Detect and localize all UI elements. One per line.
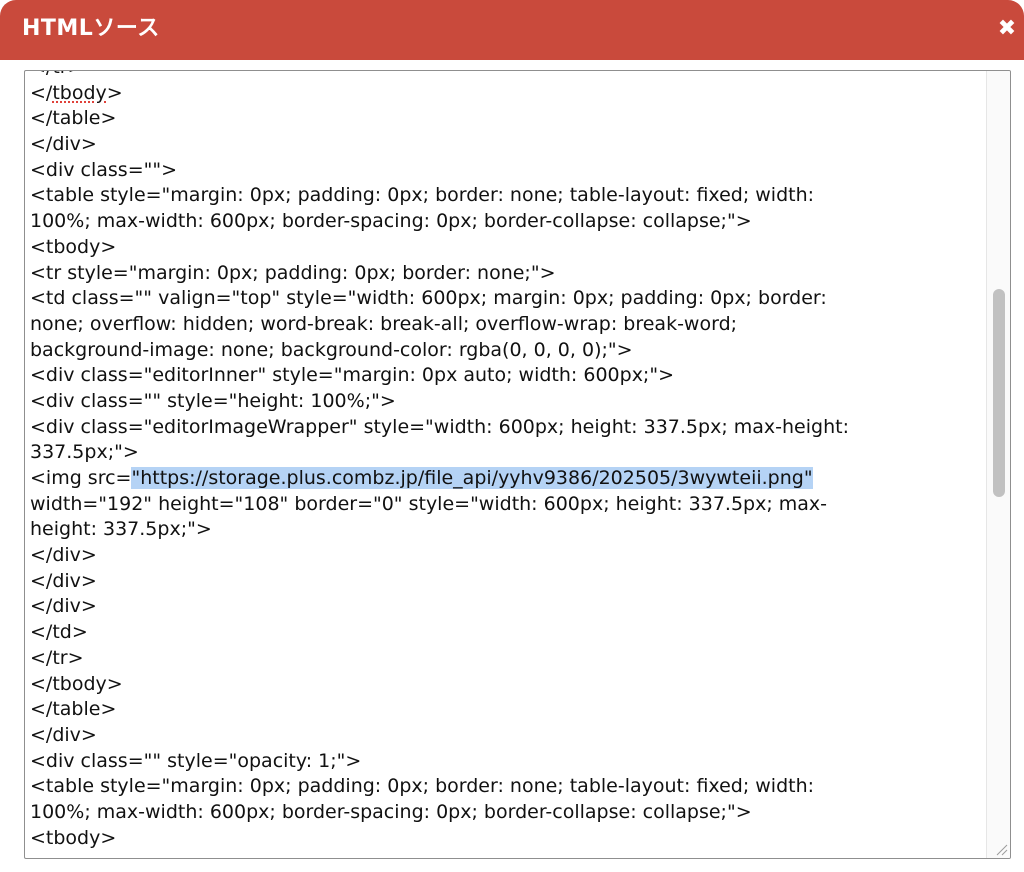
code-line: height: 337.5px;">	[30, 518, 212, 541]
code-line: <div class="editorImageWrapper" style="w…	[30, 415, 849, 438]
html-source-dialog: HTMLソース ✖ </tr> </tbody> </table> </div>…	[0, 0, 1024, 872]
code-line: </tbody>	[30, 672, 123, 695]
code-line: width="192" height="108" border="0" styl…	[30, 492, 828, 515]
code-line: 100%; max-width: 600px; border-spacing: …	[30, 800, 752, 823]
code-line-with-selection: <img src="https://storage.plus.combz.jp/…	[30, 466, 975, 492]
code-line: background-image: none; background-color…	[30, 338, 633, 361]
code-line: </td>	[30, 621, 88, 644]
code-line: <div class="" style="height: 100%;">	[30, 389, 396, 412]
code-line: </tr>	[30, 646, 84, 669]
code-line: <tbody>	[30, 235, 117, 258]
code-token: tbody	[52, 81, 107, 104]
code-line: </div>	[30, 723, 97, 746]
code-line: 100%; max-width: 600px; border-spacing: …	[30, 210, 752, 233]
code-line: <table style="margin: 0px; padding: 0px;…	[30, 184, 815, 207]
code-line: </div>	[30, 133, 97, 156]
dialog-title-bar: HTMLソース ✖	[0, 0, 1024, 60]
code-line: <tbody>	[30, 826, 117, 849]
code-line: <tr style="margin: 0px; padding: 0px; bo…	[30, 261, 556, 284]
vertical-scrollbar[interactable]	[986, 71, 1010, 858]
selected-url-text[interactable]: "https://storage.plus.combz.jp/file_api/…	[131, 467, 813, 489]
code-line: <div class="">	[30, 158, 178, 181]
code-token: <img src=	[30, 467, 132, 489]
code-line: 337.5px;">	[30, 441, 139, 464]
code-line: </div>	[30, 544, 97, 567]
code-line: none; overflow: hidden; word-break: brea…	[30, 312, 738, 335]
code-line: <div class="" style="opacity: 1;">	[30, 749, 362, 772]
code-line: <table style="margin: 0px; padding: 0px;…	[30, 775, 815, 798]
code-line: <div class="editorInner" style="margin: …	[30, 364, 674, 387]
dialog-title: HTMLソース	[22, 16, 160, 41]
code-line: </div>	[30, 569, 97, 592]
resize-grip-icon[interactable]	[994, 842, 1008, 856]
close-icon[interactable]: ✖	[996, 17, 1018, 41]
code-line: </table>	[30, 107, 117, 130]
code-line: </div>	[30, 595, 97, 618]
code-line: <td class="" valign="top" style="width: …	[30, 287, 827, 310]
source-code-text[interactable]: </tr> </tbody> </table> </div> <div clas…	[30, 71, 975, 851]
code-line: </tr>	[30, 71, 975, 81]
html-source-editor[interactable]: </tr> </tbody> </table> </div> <div clas…	[24, 70, 1011, 859]
scrollbar-thumb[interactable]	[993, 289, 1005, 497]
code-line: </table>	[30, 698, 117, 721]
code-line: </tbody>	[30, 81, 123, 104]
